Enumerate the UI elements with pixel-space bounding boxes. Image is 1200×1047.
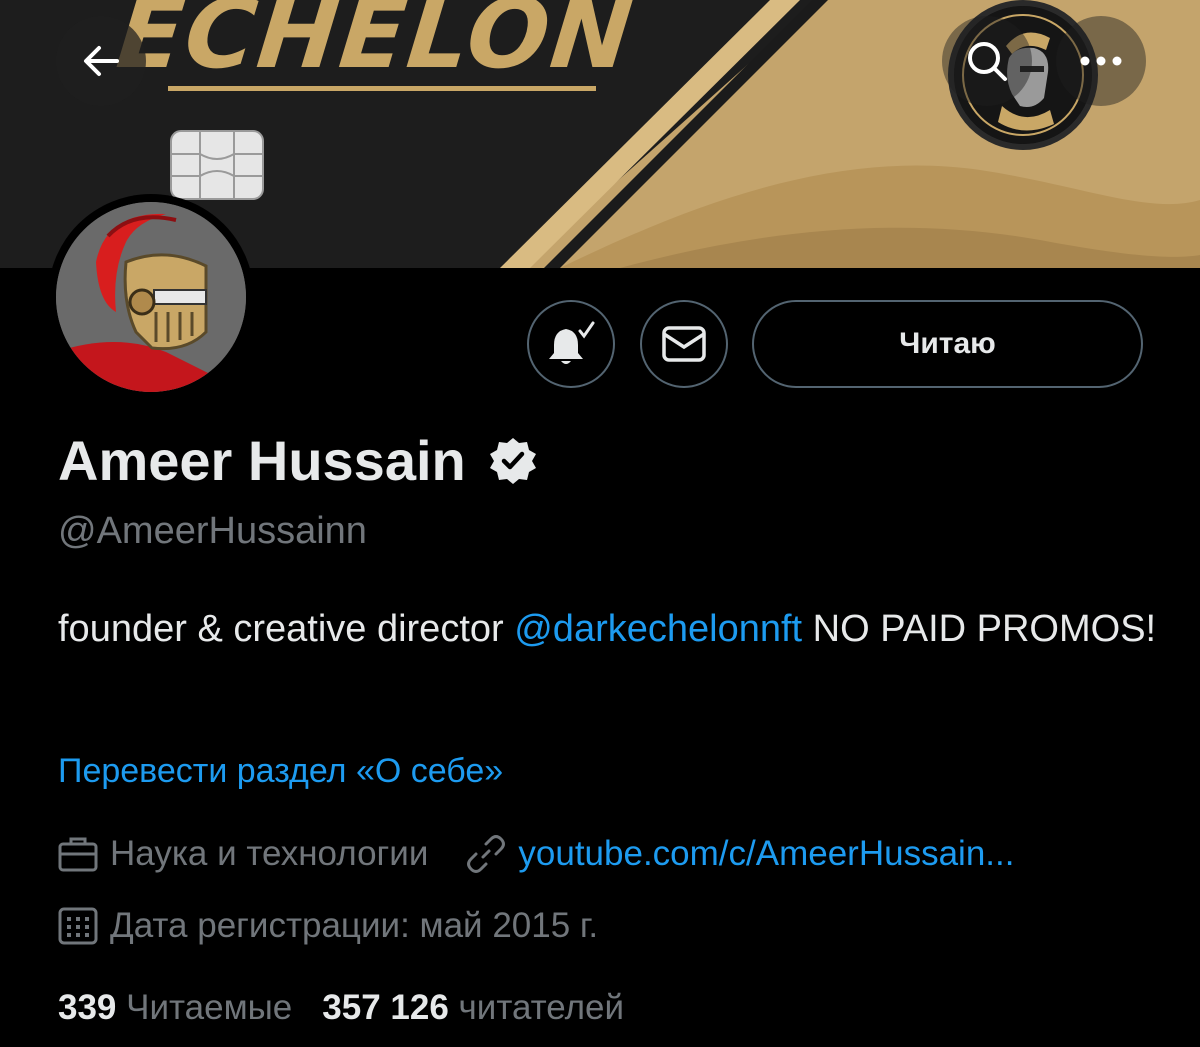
- display-name-row: Ameer Hussain: [58, 428, 538, 493]
- profile-joined-date: Дата регистрации: май 2015 г.: [110, 906, 599, 945]
- following-count: 339: [58, 988, 117, 1027]
- profile-meta-row: Наука и технологии youtube.com/c/AmeerHu…: [58, 834, 1014, 874]
- message-button[interactable]: [640, 300, 728, 388]
- display-name: Ameer Hussain: [58, 429, 466, 492]
- bell-check-icon: [549, 321, 595, 364]
- calendar-icon: [58, 907, 98, 945]
- profile-category: Наука и технологии: [110, 834, 429, 873]
- more-button[interactable]: [1056, 16, 1146, 106]
- briefcase-icon: [58, 837, 98, 872]
- username-handle: @AmeerHussainn: [58, 510, 367, 552]
- avatar-image: [56, 202, 246, 392]
- profile-joined-row: Дата регистрации: май 2015 г.: [58, 906, 598, 946]
- translate-bio-link[interactable]: Перевести раздел «О себе»: [58, 752, 503, 791]
- following-stat[interactable]: 339 Читаемые: [58, 988, 292, 1028]
- verified-badge-icon[interactable]: [488, 436, 538, 486]
- banner-underline: [168, 86, 596, 91]
- notifications-button[interactable]: [527, 300, 615, 388]
- bio-text-before: founder & creative director: [58, 608, 515, 650]
- following-label: Читаемые: [126, 988, 293, 1027]
- search-button[interactable]: [942, 16, 1032, 106]
- avatar[interactable]: [56, 202, 246, 392]
- followers-count: 357 126: [322, 988, 449, 1027]
- envelope-icon: [662, 326, 706, 362]
- profile-website-link[interactable]: youtube.com/c/AmeerHussain...: [518, 834, 1014, 874]
- card-chip-graphic: [170, 130, 264, 200]
- back-button[interactable]: [56, 16, 146, 106]
- search-icon: [968, 42, 1007, 81]
- avatar-frame[interactable]: [48, 194, 254, 400]
- more-horizontal-icon: [1080, 56, 1122, 66]
- bio-mention-link[interactable]: @darkechelonnft: [514, 608, 802, 650]
- following-button[interactable]: Читаю: [752, 300, 1143, 388]
- followers-stat[interactable]: 357 126 читателей: [322, 988, 624, 1028]
- followers-label: читателей: [458, 988, 625, 1027]
- banner-logo-text: ECHELON: [112, 0, 640, 90]
- follow-stats: 339 Читаемые 357 126 читателей: [58, 988, 624, 1028]
- arrow-left-icon: [84, 46, 119, 76]
- bio: founder & creative director @darkechelon…: [58, 602, 1168, 657]
- link-icon: [467, 835, 506, 873]
- bio-text-after: NO PAID PROMOS!: [802, 608, 1157, 650]
